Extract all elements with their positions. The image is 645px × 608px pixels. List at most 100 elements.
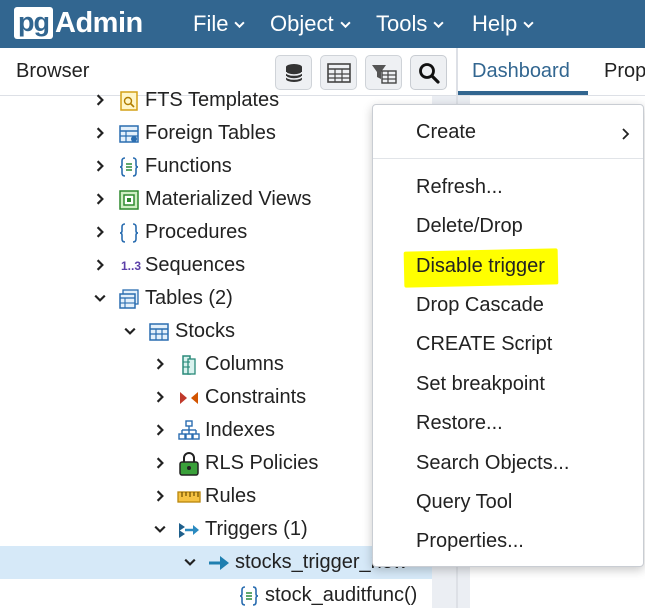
trigger-arrow-icon xyxy=(207,551,231,575)
filter-table-icon xyxy=(371,64,397,84)
menu-item-label: Properties... xyxy=(416,530,524,552)
menu-item-refresh[interactable]: Refresh... xyxy=(373,170,643,204)
menu-help[interactable]: Help xyxy=(472,0,534,48)
chevron-right-icon[interactable] xyxy=(154,424,166,436)
tree-item-label: stock_auditfunc() xyxy=(265,584,418,606)
tree-item-label: Stocks xyxy=(175,320,236,342)
chevron-right-icon[interactable] xyxy=(154,391,166,403)
menu-item-set-breakpoint[interactable]: Set breakpoint xyxy=(373,367,643,401)
rules-icon xyxy=(177,485,201,509)
tree-item-triggers[interactable]: Triggers (1) xyxy=(0,513,432,546)
database-icon xyxy=(284,63,303,82)
tree-item-indexes[interactable]: Indexes xyxy=(0,414,432,447)
tree-item-materialized-views[interactable]: Materialized Views xyxy=(0,183,432,216)
menu-item-label: Disable trigger xyxy=(416,255,545,277)
menu-item-search-objects[interactable]: Search Objects... xyxy=(373,446,643,480)
chevron-right-icon[interactable] xyxy=(154,358,166,370)
chevron-down-icon[interactable] xyxy=(184,556,196,568)
chevron-down-icon[interactable] xyxy=(124,325,136,337)
chevron-down-icon[interactable] xyxy=(154,523,166,535)
chevron-right-icon[interactable] xyxy=(94,193,106,205)
tree-item-sequences[interactable]: 1..3 Sequences xyxy=(0,249,432,282)
tree-item-label: Columns xyxy=(205,353,284,375)
menu-item-label: Refresh... xyxy=(416,176,503,198)
lock-icon xyxy=(177,452,201,476)
menu-item-delete-drop[interactable]: Delete/Drop xyxy=(373,209,643,243)
chevron-down-icon xyxy=(523,21,534,28)
menu-item-query-tool[interactable]: Query Tool xyxy=(373,485,643,519)
menu-item-restore[interactable]: Restore... xyxy=(373,406,643,440)
tree-item-label: Tables (2) xyxy=(145,287,233,309)
tree-item-foreign-tables[interactable]: Foreign Tables xyxy=(0,117,432,150)
tables-icon xyxy=(117,287,141,311)
menu-item-label: CREATE Script xyxy=(416,333,553,355)
menu-item-properties[interactable]: Properties... xyxy=(373,524,643,558)
top-navbar: pg Admin File Object Tools Help xyxy=(0,0,645,48)
tree-item-rls-policies[interactable]: RLS Policies xyxy=(0,447,432,480)
tab-dashboard[interactable]: Dashboard xyxy=(472,60,570,83)
search-icon xyxy=(418,62,440,84)
tree-item-label: RLS Policies xyxy=(205,452,319,474)
pgadmin-logo: pg Admin xyxy=(14,7,143,39)
fts-templates-icon xyxy=(117,89,141,113)
browser-title: Browser xyxy=(16,60,90,82)
tree-item-stock-auditfunc[interactable]: stock_auditfunc() xyxy=(0,579,432,608)
logo-admin: Admin xyxy=(55,6,143,39)
sequences-icon: 1..3 xyxy=(120,259,141,273)
tree-item-fts-templates[interactable]: FTS Templates xyxy=(0,84,432,117)
menu-item-label: Search Objects... xyxy=(416,452,570,474)
tree-item-label: Materialized Views xyxy=(145,188,312,210)
tree-item-label: Indexes xyxy=(205,419,276,441)
functions-icon xyxy=(117,155,141,179)
tree-item-label: Triggers (1) xyxy=(205,518,308,540)
logo-pg: pg xyxy=(14,7,53,39)
tree-item-functions[interactable]: Functions xyxy=(0,150,432,183)
chevron-right-icon[interactable] xyxy=(94,259,106,271)
menu-tools-label: Tools xyxy=(376,11,428,36)
chevron-right-icon[interactable] xyxy=(94,160,106,172)
menu-file[interactable]: File xyxy=(193,0,246,48)
menu-object-label: Object xyxy=(270,11,334,36)
context-menu-items: Refresh... Delete/Drop Disable trigger D… xyxy=(373,105,643,566)
table-grid-icon xyxy=(326,62,351,83)
menu-tools[interactable]: Tools xyxy=(376,0,444,48)
function-icon xyxy=(237,584,261,608)
tree-item-procedures[interactable]: Procedures xyxy=(0,216,432,249)
tree-item-columns[interactable]: Columns xyxy=(0,348,432,381)
tree-item-label: Sequences xyxy=(145,254,246,276)
menu-item-label: Set breakpoint xyxy=(416,373,545,395)
chevron-down-icon xyxy=(433,21,444,28)
tree-item-rules[interactable]: Rules xyxy=(0,480,432,513)
chevron-down-icon[interactable] xyxy=(94,292,106,304)
chevron-down-icon xyxy=(339,21,351,28)
constraints-icon xyxy=(177,386,201,410)
menu-item-label: Restore... xyxy=(416,412,503,434)
menu-item-create-script[interactable]: CREATE Script xyxy=(373,327,643,361)
chevron-right-icon[interactable] xyxy=(154,457,166,469)
columns-icon xyxy=(177,353,201,377)
menu-item-label: Delete/Drop xyxy=(416,215,523,237)
menu-item-disable-trigger[interactable]: Disable trigger xyxy=(373,249,643,283)
menu-help-label: Help xyxy=(472,11,518,36)
chevron-right-icon[interactable] xyxy=(94,94,106,106)
tree-item-label: Constraints xyxy=(205,386,307,408)
table-icon xyxy=(147,320,171,344)
tree-item-stocks[interactable]: Stocks xyxy=(0,315,432,348)
menu-item-drop-cascade[interactable]: Drop Cascade xyxy=(373,288,643,322)
active-tab-indicator xyxy=(458,91,588,95)
menu-file-label: File xyxy=(193,11,229,36)
indexes-icon xyxy=(177,419,201,443)
tab-properties[interactable]: Prop xyxy=(604,60,645,83)
tree-item-label: Foreign Tables xyxy=(145,122,276,144)
foreign-tables-icon xyxy=(117,122,141,146)
tree-item-constraints[interactable]: Constraints xyxy=(0,381,432,414)
chevron-right-icon[interactable] xyxy=(94,127,106,139)
chevron-right-icon[interactable] xyxy=(154,490,166,502)
tree-item-stocks-trigger[interactable]: stocks_trigger_new xyxy=(0,546,432,579)
chevron-down-icon xyxy=(234,21,246,28)
menu-object[interactable]: Object xyxy=(270,0,351,48)
tree-item-tables[interactable]: Tables (2) xyxy=(0,282,432,315)
menu-item-label: Query Tool xyxy=(416,491,513,513)
chevron-right-icon[interactable] xyxy=(94,226,106,238)
tree-item-label: Rules xyxy=(205,485,257,507)
